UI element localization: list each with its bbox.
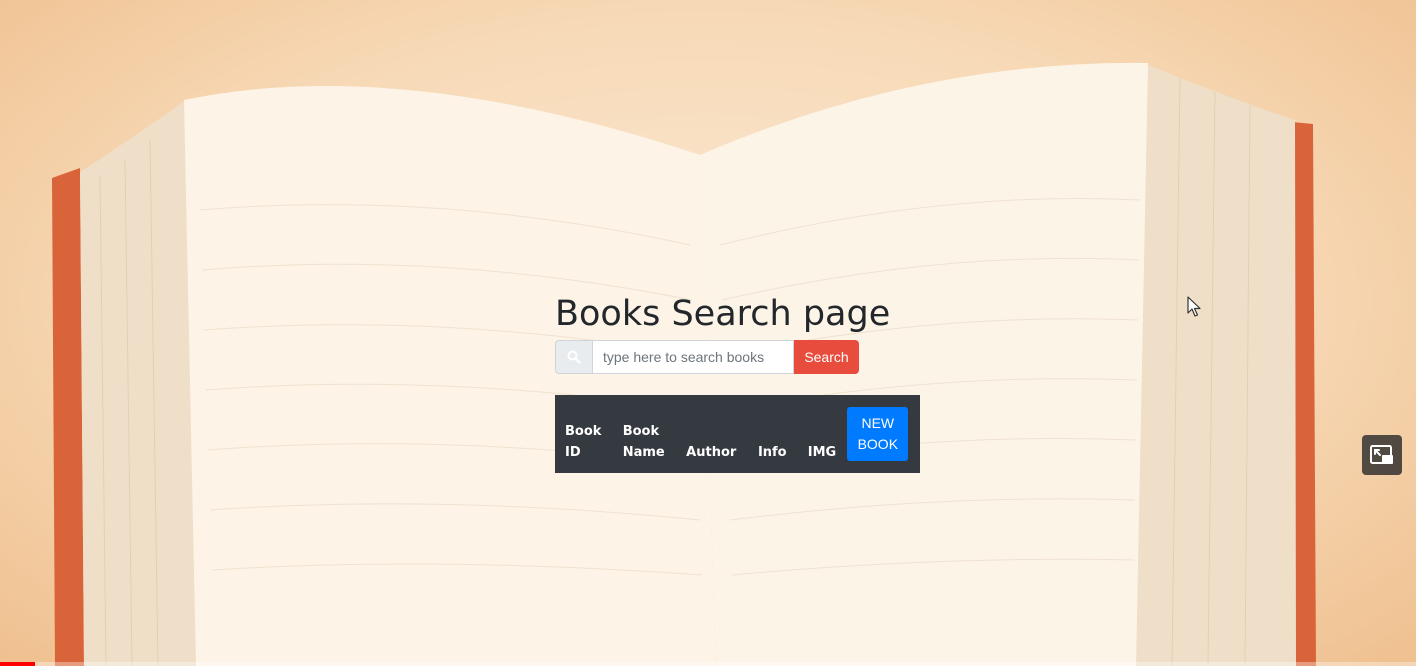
- column-header-line: Info: [757, 445, 787, 460]
- column-header-info: Info: [748, 395, 798, 473]
- video-progress-bar[interactable]: [0, 662, 1416, 666]
- column-header-line: IMG: [807, 445, 837, 460]
- column-header-line: Book: [622, 424, 660, 439]
- search-button[interactable]: Search: [794, 340, 859, 374]
- table-header-row: Book ID Book Name Author Info IMG NEW BO…: [555, 395, 920, 473]
- column-header-book-id: Book ID: [555, 395, 613, 473]
- new-book-button-line: NEW: [861, 415, 895, 431]
- column-header-line: ID: [565, 445, 581, 460]
- column-header-img: IMG: [798, 395, 848, 473]
- column-header-author: Author: [676, 395, 748, 473]
- column-header-book-name: Book Name: [613, 395, 676, 473]
- column-header-actions: NEW BOOK: [847, 395, 920, 473]
- mouse-cursor-icon: [1187, 296, 1201, 317]
- search-input[interactable]: [592, 340, 794, 374]
- page-title: Books Search page: [555, 294, 891, 334]
- search-bar: Search: [555, 340, 859, 374]
- miniplayer-button[interactable]: [1362, 435, 1402, 475]
- column-header-line: Book: [565, 424, 602, 439]
- progress-played: [0, 662, 36, 666]
- new-book-button[interactable]: NEW BOOK: [847, 407, 909, 461]
- column-header-line: Author: [686, 445, 737, 460]
- miniplayer-icon: [1370, 445, 1393, 464]
- books-table: Book ID Book Name Author Info IMG NEW BO…: [555, 395, 920, 473]
- new-book-button-line: BOOK: [857, 436, 899, 452]
- column-header-line: Name: [622, 445, 665, 460]
- search-icon: [555, 340, 592, 374]
